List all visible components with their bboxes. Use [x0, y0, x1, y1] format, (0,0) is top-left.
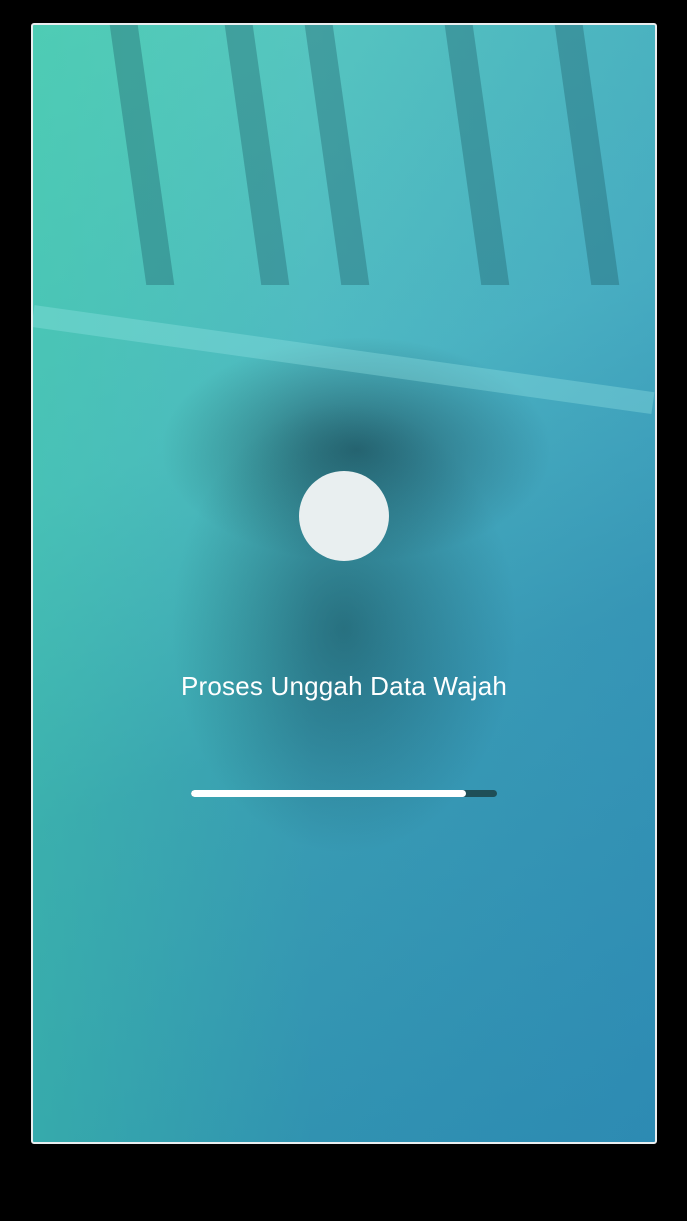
- capture-indicator-dot: [299, 471, 389, 561]
- ceiling-beam: [224, 25, 290, 285]
- ceiling-light-band: [33, 305, 655, 415]
- ceiling-beam: [444, 25, 510, 285]
- upload-status-text: Proses Unggah Data Wajah: [180, 671, 508, 701]
- camera-preview: Proses Unggah Data Wajah: [31, 23, 657, 1144]
- ceiling-beam: [109, 25, 175, 285]
- face-upload-screen: Proses Unggah Data Wajah: [0, 0, 687, 1221]
- upload-progress-fill: [191, 790, 467, 797]
- ceiling-beam: [304, 25, 370, 285]
- ceiling-beam: [554, 25, 620, 285]
- upload-progress-bar: [191, 790, 497, 797]
